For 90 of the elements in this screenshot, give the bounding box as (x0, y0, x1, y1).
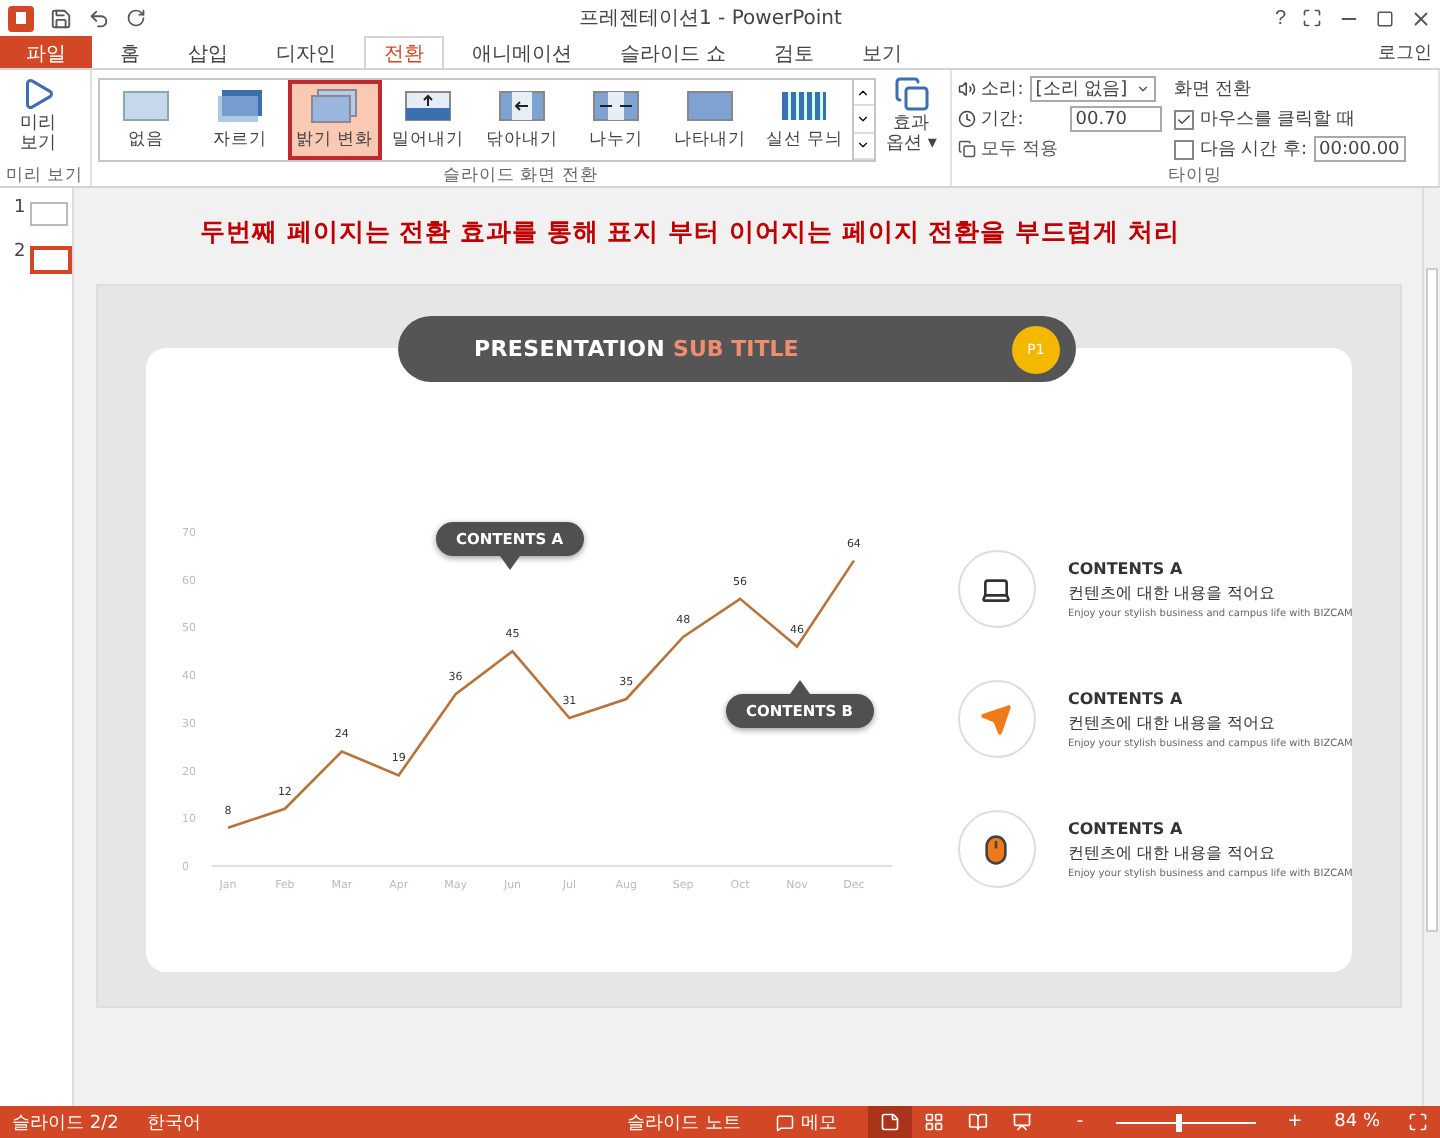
duration-field[interactable]: 00.70 (1069, 106, 1162, 132)
redo-button[interactable] (126, 8, 146, 28)
sound-label: 소리: (981, 78, 1024, 102)
item-title: CONTENTS A (1067, 689, 1185, 707)
chevron-down-icon (1135, 82, 1150, 96)
zoom-in-button[interactable]: + (1283, 1106, 1307, 1138)
after-time-field[interactable]: 00:00.00 (1313, 136, 1406, 162)
transition-thumbnail-icon (682, 88, 739, 124)
speaker-icon (957, 80, 976, 98)
save-button[interactable] (50, 7, 72, 29)
slide-title: PRESENTATION (473, 336, 666, 362)
slide-counter: 슬라이드 2/2 (12, 1111, 119, 1135)
slide-number: 1 (14, 198, 26, 218)
transition-option[interactable]: 없음 (99, 80, 194, 160)
vertical-scrollbar[interactable] (1422, 188, 1440, 1106)
undo-button[interactable] (88, 7, 110, 29)
transition-thumbnail-icon (494, 88, 551, 124)
transition-option[interactable]: 밀어내기 (381, 80, 476, 160)
layered-squares-icon (893, 76, 930, 112)
chevron-up-icon (856, 85, 871, 100)
heading-text: 두번째 페이지는 전환 효과를 통해 표지 부터 이어지는 페이지 전환을 부드럽게 처리 (197, 214, 1182, 250)
notes-button[interactable]: 슬라이드 노트 (622, 1106, 745, 1138)
transition-option[interactable]: 나타내기 (663, 80, 758, 160)
checkbox[interactable] (1173, 139, 1194, 159)
play-icon (20, 76, 56, 112)
layered-squares-icon (957, 140, 976, 158)
checkbox-label: 마우스를 클릭할 때 (1199, 108, 1355, 132)
checkbox-label: 다음 시간 후: (1199, 138, 1308, 162)
redo-icon (126, 8, 146, 28)
item-subtitle: 컨텐츠에 대한 내용을 적어요 (1067, 711, 1278, 733)
book-icon (968, 1112, 989, 1132)
comment-icon (776, 1113, 795, 1131)
duration-label: 기간: (981, 108, 1024, 132)
language-status: 한국어 (146, 1111, 201, 1135)
item-subtitle: 컨텐츠에 대한 내용을 적어요 (1067, 841, 1278, 863)
sign-in-link[interactable]: 로그인 (1378, 39, 1432, 65)
callout-pointer (499, 556, 520, 570)
paper-plane-icon (980, 703, 1013, 735)
apply-to-all-button[interactable]: 모두 적용 (957, 136, 1059, 162)
help-button[interactable]: ? (1274, 7, 1286, 29)
view-button[interactable] (868, 1106, 913, 1138)
maximize-icon (1376, 9, 1394, 27)
callout-pointer (789, 680, 810, 694)
laptop-icon (980, 573, 1013, 605)
app-logo-icon (8, 5, 34, 31)
transition-thumbnail-icon (400, 88, 457, 124)
comments-button[interactable]: 메모 (772, 1106, 841, 1138)
item-subtitle: 컨텐츠에 대한 내용을 적어요 (1067, 581, 1278, 603)
slide-subtitle: SUB TITLE (673, 336, 799, 362)
close-icon (1410, 7, 1432, 29)
save-icon (50, 7, 72, 29)
ribbon-display-button[interactable] (1302, 8, 1322, 28)
transition-thumbnail-icon (588, 88, 645, 124)
zoom-out-button[interactable]: - (1072, 1106, 1088, 1138)
transition-thumbnail-icon (306, 88, 363, 124)
expand-icon (1302, 8, 1322, 28)
zoom-thumb[interactable] (1176, 1113, 1183, 1131)
transition-option[interactable]: 자르기 (193, 80, 288, 160)
checkbox[interactable] (1173, 109, 1194, 129)
clock-icon (957, 110, 976, 128)
transition-option[interactable]: 실선 무늬 (757, 80, 852, 160)
window-title: 프레젠테이션1 - PowerPoint (579, 6, 842, 32)
effect-options-button[interactable]: 효과 옵션 ▾ (879, 74, 944, 158)
slide-thumbnail[interactable] (29, 202, 68, 226)
ribbon-tab[interactable]: 전환 (364, 36, 444, 68)
group-label: 미리 보기 (6, 164, 84, 186)
fit-to-window-icon (1408, 1112, 1428, 1132)
slide-thumbnail[interactable] (29, 246, 72, 274)
file-tab[interactable]: 파일 (0, 36, 92, 68)
projector-screen-icon (1012, 1112, 1033, 1132)
normal-view-icon (880, 1112, 901, 1132)
maximize-button[interactable] (1376, 9, 1394, 27)
advance-slide-label: 화면 전환 (1173, 78, 1254, 102)
item-title: CONTENTS A (1067, 559, 1185, 577)
zoom-level: 84 % (1334, 1112, 1380, 1132)
item-title: CONTENTS A (1067, 819, 1185, 837)
transition-option[interactable]: 나누기 (569, 80, 664, 160)
preview-button[interactable]: 미리 보기 (6, 74, 70, 158)
mouse-icon (980, 833, 1013, 865)
group-label: 슬라이드 화면 전환 (441, 164, 600, 186)
sound-dropdown[interactable]: [소리 없음] (1029, 76, 1156, 102)
transition-thumbnail-icon (118, 88, 175, 124)
group-label: 타이밍 (1165, 164, 1224, 186)
transition-option[interactable]: 밝기 변화 (287, 80, 382, 160)
undo-icon (88, 7, 110, 29)
transition-option[interactable]: 닦아내기 (475, 80, 570, 160)
close-button[interactable] (1410, 7, 1432, 29)
slide-number: 2 (14, 242, 26, 262)
check-icon (1175, 111, 1192, 127)
grid-icon (924, 1112, 945, 1132)
